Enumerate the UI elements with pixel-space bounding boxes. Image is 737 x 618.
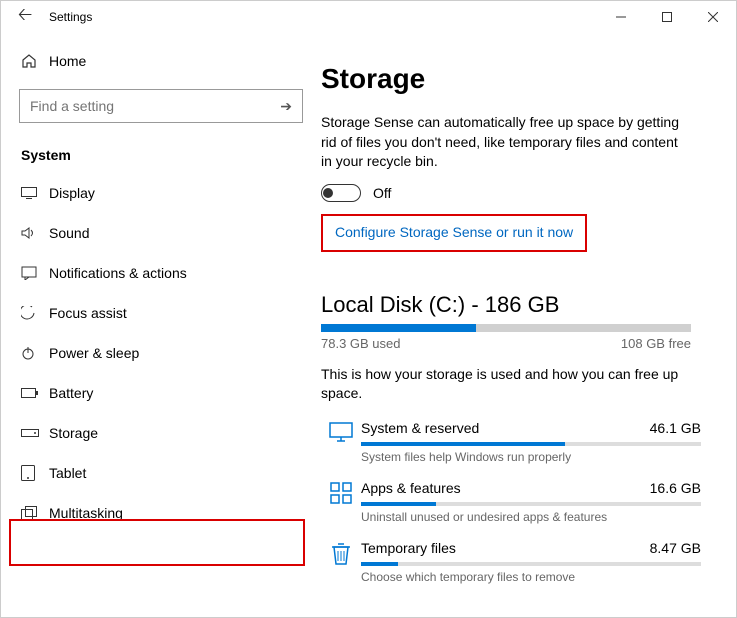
back-button[interactable]: 🡠 bbox=[9, 2, 41, 32]
content-pane: Storage Storage Sense can automatically … bbox=[321, 33, 736, 617]
window-title: Settings bbox=[49, 10, 92, 24]
battery-icon bbox=[21, 388, 49, 398]
nav-label: Sound bbox=[49, 225, 89, 241]
category-sub: Uninstall unused or undesired apps & fea… bbox=[361, 510, 701, 524]
highlight-configure-link: Configure Storage Sense or run it now bbox=[321, 214, 587, 252]
category-size: 16.6 GB bbox=[650, 480, 701, 496]
disk-used-label: 78.3 GB used bbox=[321, 336, 401, 351]
nav-label: Storage bbox=[49, 425, 98, 441]
nav-focus-assist[interactable]: Focus assist bbox=[1, 293, 321, 333]
system-icon bbox=[321, 420, 361, 442]
home-label: Home bbox=[49, 53, 86, 69]
nav-label: Multitasking bbox=[49, 505, 123, 521]
disk-usage-labels: 78.3 GB used 108 GB free bbox=[321, 336, 691, 351]
home-icon bbox=[21, 53, 49, 69]
configure-storage-sense-link[interactable]: Configure Storage Sense or run it now bbox=[335, 224, 573, 240]
storage-sense-description: Storage Sense can automatically free up … bbox=[321, 113, 691, 172]
disk-free-label: 108 GB free bbox=[621, 336, 691, 351]
category-sub: System files help Windows run properly bbox=[361, 450, 701, 464]
category-size: 46.1 GB bbox=[650, 420, 701, 436]
disk-usage-fill bbox=[321, 324, 476, 332]
category-name: System & reserved bbox=[361, 420, 479, 436]
multitasking-icon bbox=[21, 506, 49, 520]
display-icon bbox=[21, 187, 49, 199]
nav-notifications[interactable]: Notifications & actions bbox=[1, 253, 321, 293]
nav-label: Battery bbox=[49, 385, 93, 401]
home-nav[interactable]: Home bbox=[1, 43, 321, 79]
settings-window: 🡠 Settings Home ➔ System Display bbox=[0, 0, 737, 618]
trash-icon bbox=[321, 540, 361, 566]
storage-icon bbox=[21, 429, 49, 437]
section-label: System bbox=[1, 133, 321, 173]
power-icon bbox=[21, 346, 49, 360]
category-name: Apps & features bbox=[361, 480, 461, 496]
nav-power-sleep[interactable]: Power & sleep bbox=[1, 333, 321, 373]
category-name: Temporary files bbox=[361, 540, 456, 556]
nav-label: Focus assist bbox=[49, 305, 127, 321]
sidebar: Home ➔ System Display Sound Notification… bbox=[1, 33, 321, 617]
window-controls bbox=[598, 1, 736, 33]
nav-battery[interactable]: Battery bbox=[1, 373, 321, 413]
nav-multitasking[interactable]: Multitasking bbox=[1, 493, 321, 533]
category-temporary-files[interactable]: Temporary files 8.47 GB Choose which temp… bbox=[321, 540, 701, 584]
maximize-button[interactable] bbox=[644, 1, 690, 33]
toggle-knob bbox=[323, 188, 333, 198]
category-sub: Choose which temporary files to remove bbox=[361, 570, 701, 584]
category-system-reserved[interactable]: System & reserved 46.1 GB System files he… bbox=[321, 420, 701, 464]
disk-title: Local Disk (C:) - 186 GB bbox=[321, 292, 726, 318]
search-input[interactable] bbox=[30, 98, 280, 114]
storage-sense-toggle[interactable] bbox=[321, 184, 361, 202]
apps-icon bbox=[321, 480, 361, 504]
search-icon: ➔ bbox=[280, 98, 292, 115]
minimize-button[interactable] bbox=[598, 1, 644, 33]
category-apps-features[interactable]: Apps & features 16.6 GB Uninstall unused … bbox=[321, 480, 701, 524]
nav-sound[interactable]: Sound bbox=[1, 213, 321, 253]
nav-tablet[interactable]: Tablet bbox=[1, 453, 321, 493]
body: Home ➔ System Display Sound Notification… bbox=[1, 33, 736, 617]
nav-display[interactable]: Display bbox=[1, 173, 321, 213]
nav-label: Display bbox=[49, 185, 95, 201]
tablet-icon bbox=[21, 465, 49, 481]
close-button[interactable] bbox=[690, 1, 736, 33]
titlebar: 🡠 Settings bbox=[1, 1, 736, 33]
nav-label: Tablet bbox=[49, 465, 86, 481]
focus-assist-icon bbox=[21, 306, 49, 320]
sound-icon bbox=[21, 226, 49, 240]
page-heading: Storage bbox=[321, 63, 726, 95]
notifications-icon bbox=[21, 266, 49, 280]
nav-label: Notifications & actions bbox=[49, 265, 187, 281]
disk-usage-bar bbox=[321, 324, 691, 332]
storage-sense-toggle-row: Off bbox=[321, 184, 726, 202]
search-box[interactable]: ➔ bbox=[19, 89, 303, 123]
category-size: 8.47 GB bbox=[650, 540, 701, 556]
nav-storage[interactable]: Storage bbox=[1, 413, 321, 453]
nav-label: Power & sleep bbox=[49, 345, 139, 361]
toggle-state-label: Off bbox=[373, 185, 391, 201]
usage-description: This is how your storage is used and how… bbox=[321, 365, 701, 404]
